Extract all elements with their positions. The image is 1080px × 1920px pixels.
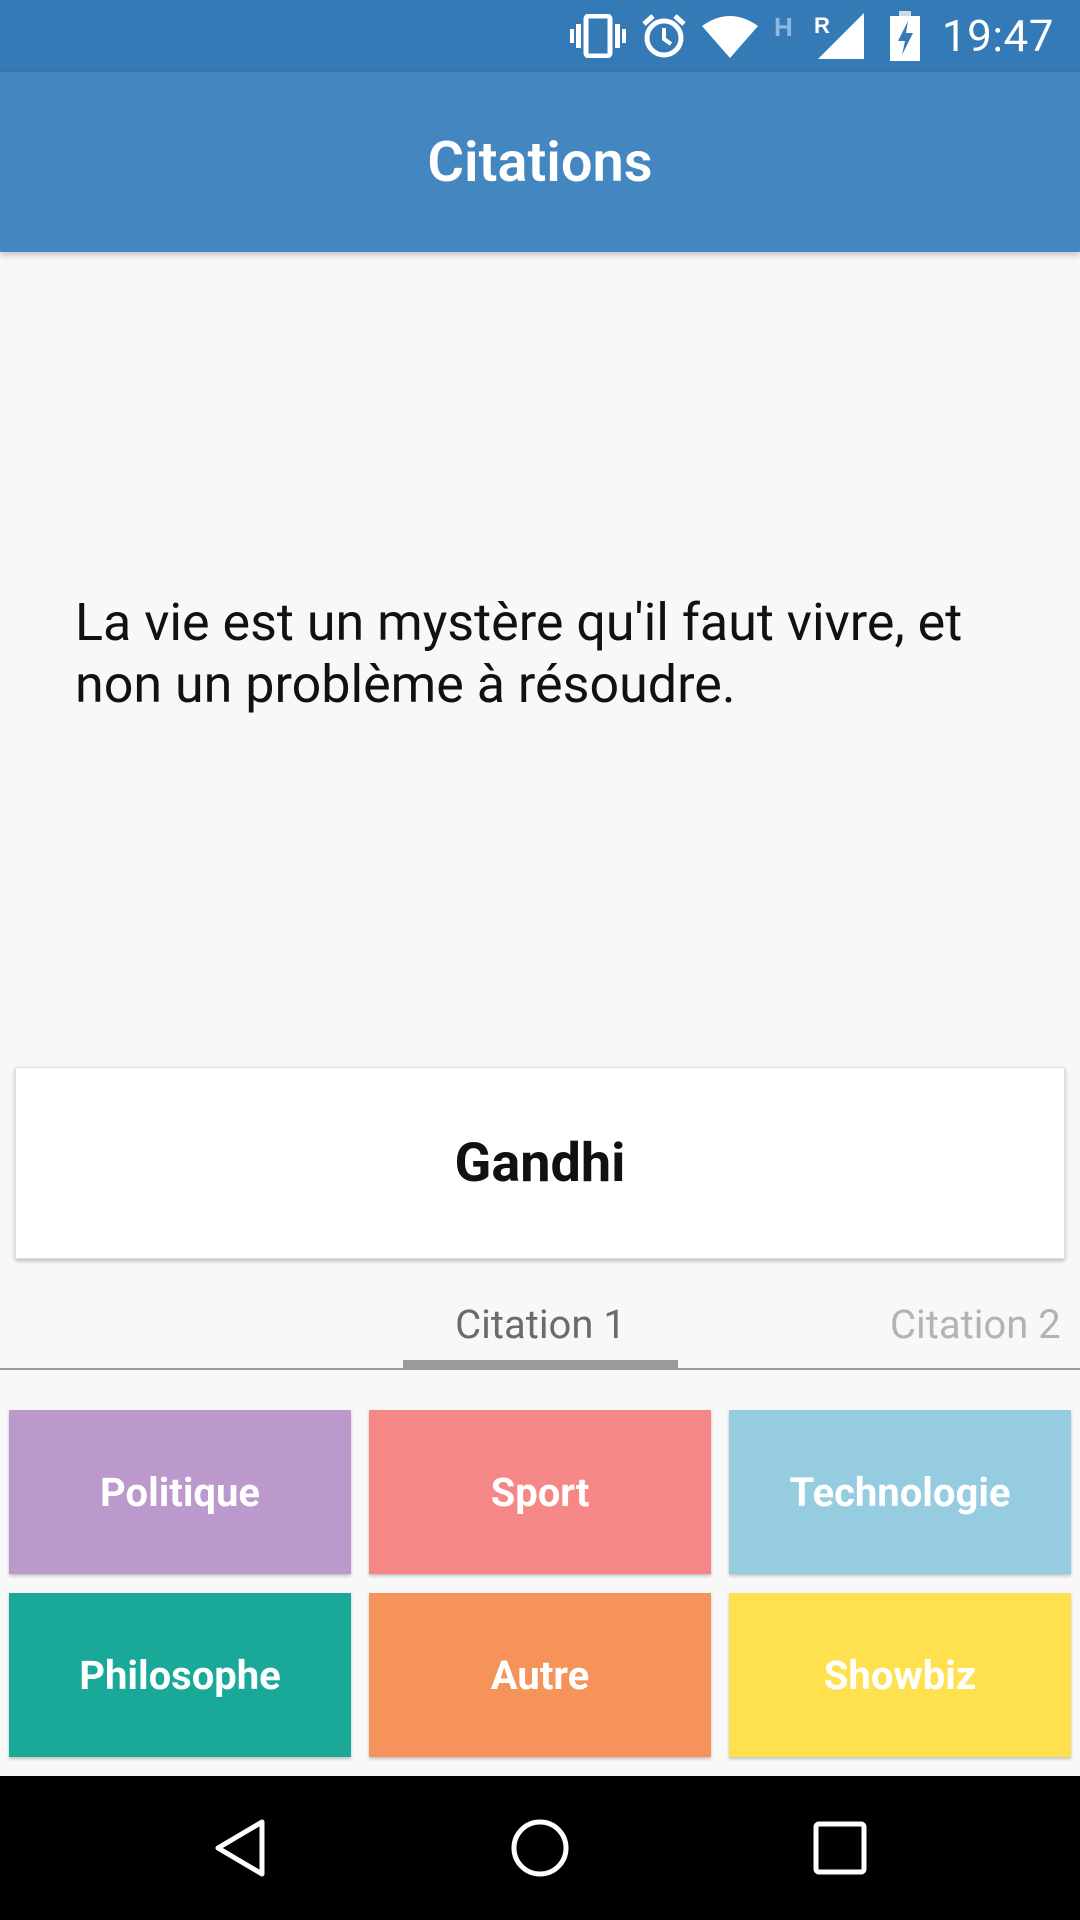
category-showbiz-button[interactable]: Showbiz: [729, 1593, 1071, 1757]
clock-time: 19:47: [941, 10, 1054, 62]
app-bar: Citations: [0, 72, 1080, 252]
category-technologie-button[interactable]: Technologie: [729, 1410, 1071, 1574]
home-button[interactable]: [460, 1776, 620, 1920]
h-network-icon: H: [772, 12, 800, 60]
screen: H R 19:47 Citations La vie est un mystèr…: [0, 0, 1080, 1920]
wifi-icon: [701, 14, 758, 58]
category-philosophe-button[interactable]: Philosophe: [9, 1593, 351, 1757]
roaming-signal-icon: R: [814, 11, 866, 61]
navigation-bar: [0, 1776, 1080, 1920]
h-network-letter: H: [774, 12, 793, 42]
home-icon: [511, 1819, 569, 1877]
alarm-icon: [640, 12, 688, 60]
back-icon: [215, 1819, 265, 1877]
roaming-letter: R: [814, 13, 830, 38]
quote-text: La vie est un mystère qu'il faut vivre, …: [75, 592, 963, 715]
author-name: Gandhi: [454, 1131, 626, 1195]
recents-button[interactable]: [760, 1776, 920, 1920]
category-autre-button[interactable]: Autre: [369, 1593, 711, 1757]
recents-icon: [813, 1821, 867, 1875]
back-button[interactable]: [160, 1776, 320, 1920]
battery-charging-icon: [889, 11, 920, 61]
tab-citation-2[interactable]: Citation 2: [890, 1280, 1080, 1368]
vibrate-icon: [569, 14, 626, 58]
citation-tabs: Citation 1 Citation 2: [0, 1280, 1080, 1370]
status-bar: H R 19:47: [0, 0, 1080, 72]
app-title: Citations: [427, 129, 653, 195]
tab-citation-1[interactable]: Citation 1: [403, 1280, 678, 1368]
author-card: Gandhi: [15, 1067, 1065, 1259]
tab-indicator: [403, 1360, 678, 1368]
category-sport-button[interactable]: Sport: [369, 1410, 711, 1574]
category-politique-button[interactable]: Politique: [9, 1410, 351, 1574]
